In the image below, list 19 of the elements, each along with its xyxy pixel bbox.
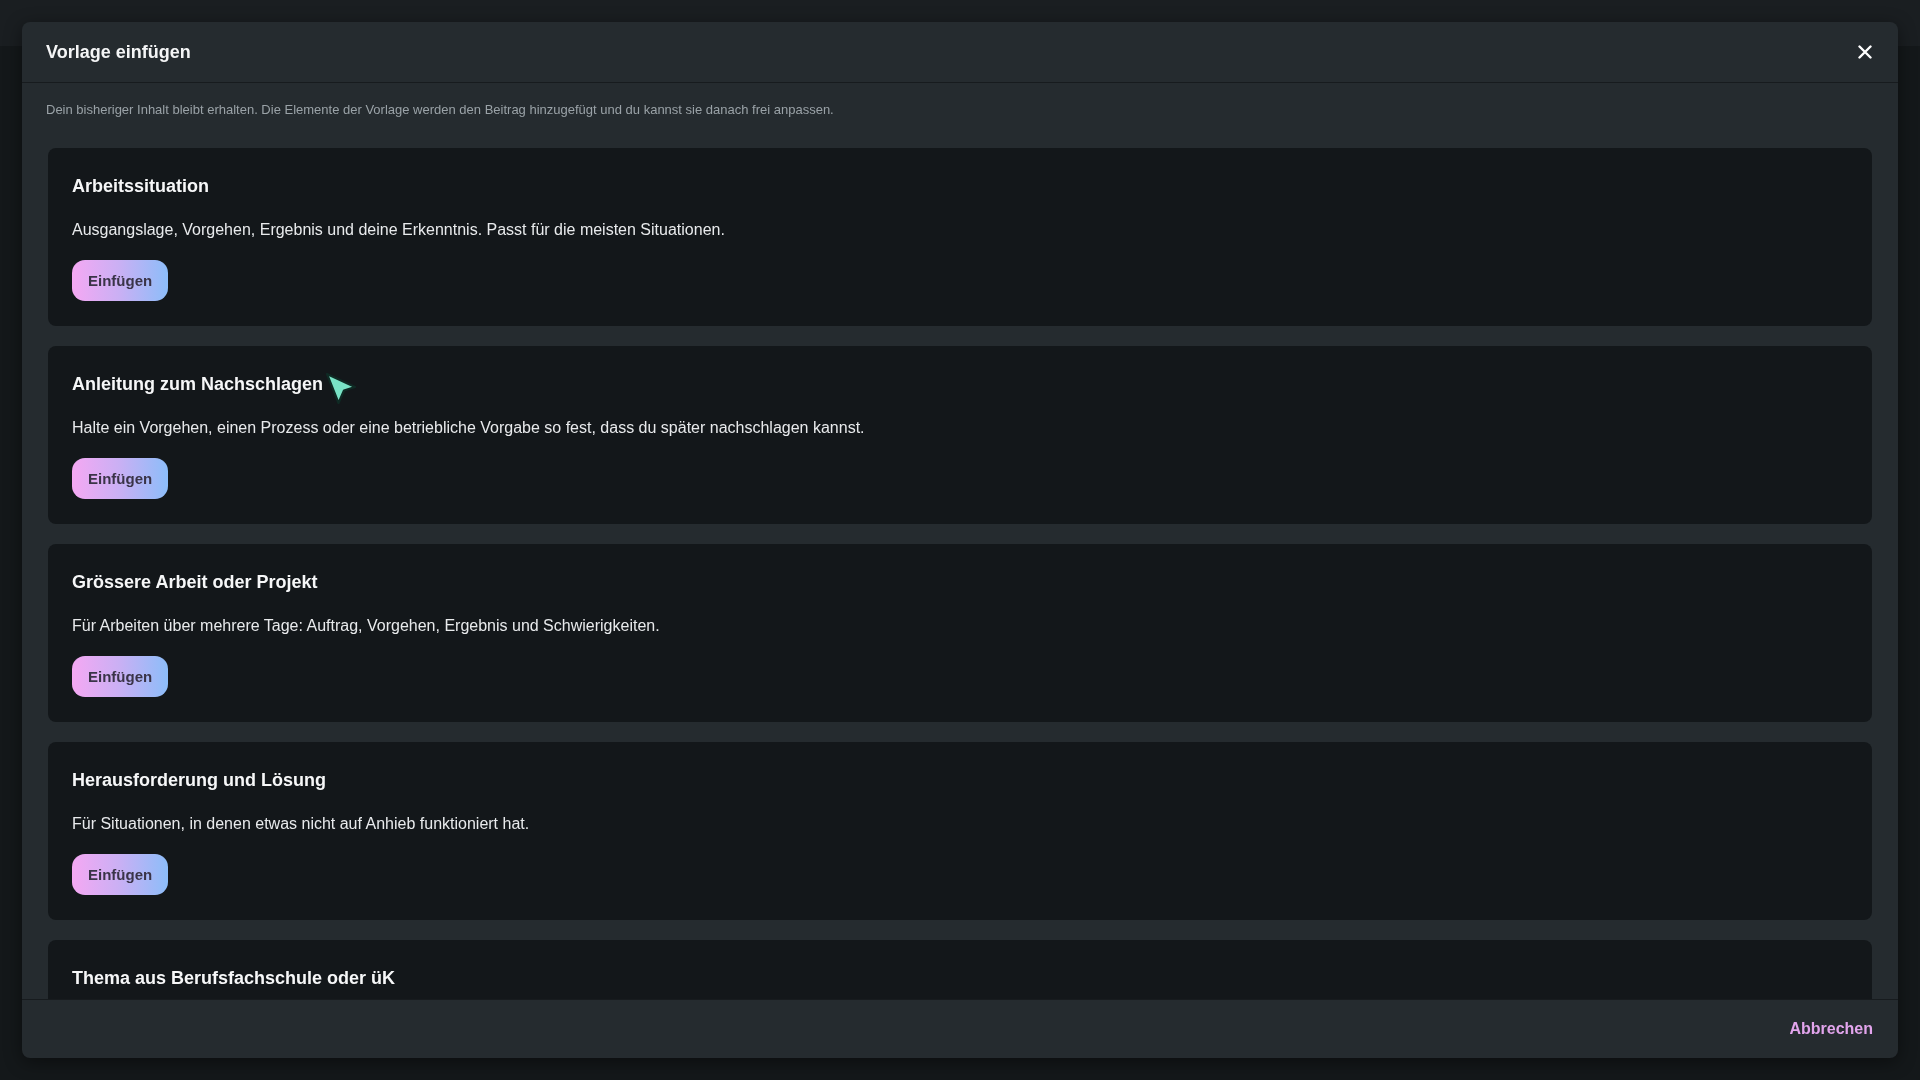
insert-button[interactable]: Einfügen [72, 458, 169, 499]
close-button[interactable] [1858, 45, 1872, 59]
template-title: Herausforderung und Lösung [72, 769, 326, 792]
insert-button[interactable]: Einfügen [72, 260, 169, 301]
dialog-description: Dein bisheriger Inhalt bleibt erhalten. Die Elemente der Vorlage werden den Beitrag hinzugefügt und du kannst sie danach frei anpassen. [46, 101, 835, 119]
template-description: Halte ein Vorgehen, einen Prozess oder eine betriebliche Vorgabe so fest, dass du später nachschlagen kannst. [72, 418, 866, 438]
cancel-button[interactable]: Abbrechen [1789, 1020, 1873, 1038]
template-title: Arbeitssituation [72, 175, 209, 198]
close-icon [1858, 45, 1872, 59]
cursor-arrow-icon [325, 372, 358, 406]
template-description: Für Arbeiten über mehrere Tage: Auftrag, Vorgehen, Ergebnis und Schwierigkeiten. [72, 616, 661, 636]
template-title: Anleitung zum Nachschlagen [72, 373, 324, 396]
template-title: Grössere Arbeit oder Projekt [72, 571, 318, 594]
dialog-title: Vorlage einfügen [46, 41, 191, 63]
template-title: Thema aus Berufsfachschule oder üK [72, 967, 396, 990]
template-description: Ausgangslage, Vorgehen, Ergebnis und deine Erkenntnis. Passt für die meisten Situationen. [72, 220, 726, 240]
insert-button[interactable]: Einfügen [72, 656, 169, 697]
template-description: Für Situationen, in denen etwas nicht auf Anhieb funktioniert hat. [72, 814, 531, 834]
insert-button[interactable]: Einfügen [72, 854, 169, 895]
